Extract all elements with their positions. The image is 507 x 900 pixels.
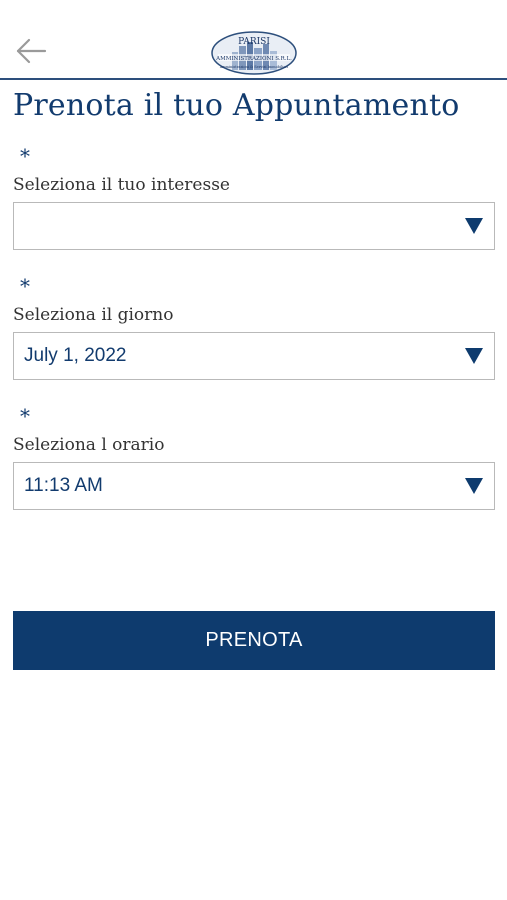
page-title: Prenota il tuo Appuntamento	[13, 88, 460, 123]
interest-select[interactable]	[13, 202, 495, 250]
time-field: * Seleziona l orario 11:13 AM	[13, 400, 495, 512]
triangle-down-icon	[465, 218, 483, 234]
day-select-value: July 1, 2022	[24, 345, 127, 366]
required-marker: *	[20, 274, 30, 298]
arrow-left-icon	[16, 38, 47, 64]
required-marker: *	[20, 404, 30, 428]
interest-field: * Seleziona il tuo interesse	[13, 140, 495, 252]
company-logo: PARISI AMMINISTRAZIONI S.R.L. Amministra…	[210, 30, 298, 76]
prenota-button[interactable]: PRENOTA	[13, 611, 495, 670]
time-select-value: 11:13 AM	[24, 475, 103, 496]
app-header: PARISI AMMINISTRAZIONI S.R.L. Amministra…	[0, 0, 507, 80]
day-select[interactable]: July 1, 2022	[13, 332, 495, 380]
interest-label: Seleziona il tuo interesse	[13, 175, 230, 195]
svg-text:PARISI: PARISI	[238, 37, 270, 47]
time-label: Seleziona l orario	[13, 435, 165, 455]
triangle-down-icon	[465, 348, 483, 364]
svg-text:Amministrazioni & Servizi Immo: Amministrazioni & Servizi Immobiliari	[219, 65, 289, 69]
triangle-down-icon	[465, 478, 483, 494]
back-button[interactable]	[14, 36, 48, 66]
svg-text:AMMINISTRAZIONI S.R.L.: AMMINISTRAZIONI S.R.L.	[215, 56, 292, 62]
required-marker: *	[20, 144, 30, 168]
time-select[interactable]: 11:13 AM	[13, 462, 495, 510]
day-label: Seleziona il giorno	[13, 305, 174, 325]
day-field: * Seleziona il giorno July 1, 2022	[13, 270, 495, 382]
